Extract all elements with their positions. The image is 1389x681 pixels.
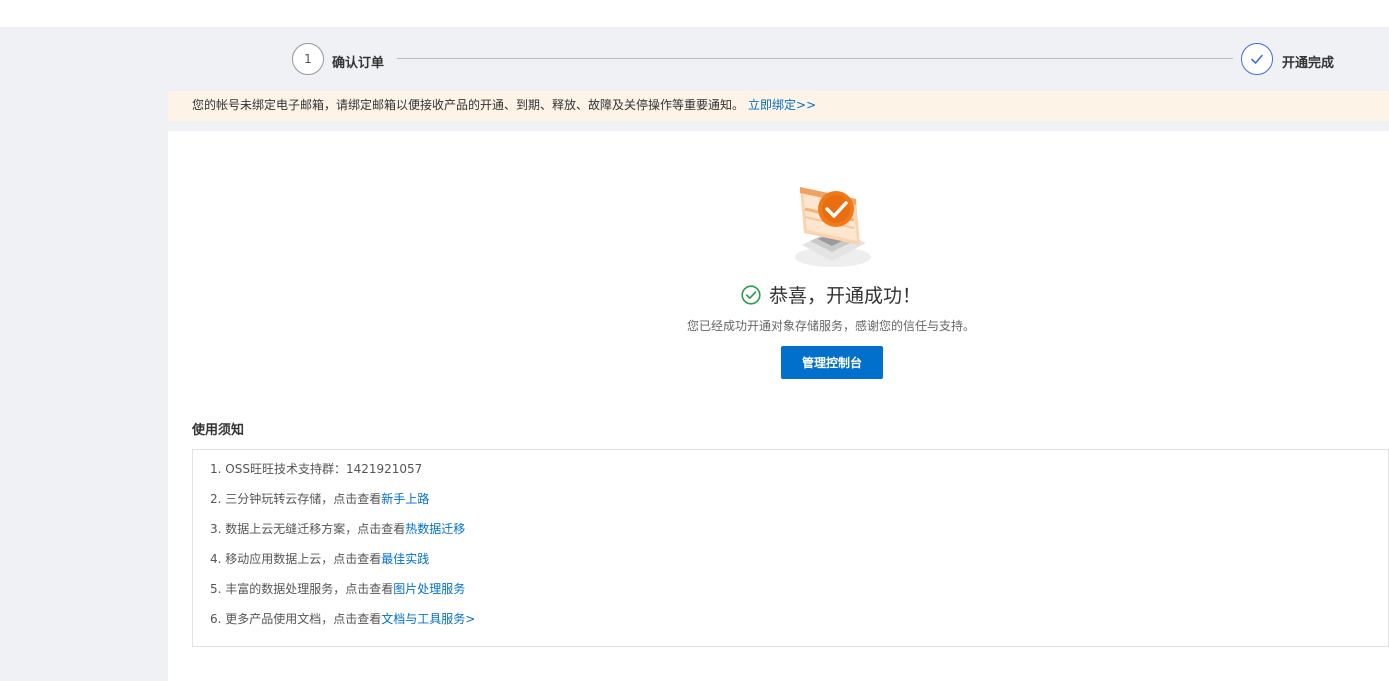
- list-item: 1. OSS旺旺技术支持群：1421921057: [210, 456, 1388, 486]
- check-circle-icon: [741, 284, 761, 305]
- bind-email-link[interactable]: 立即绑定>>: [748, 98, 816, 112]
- usage-notes-box: 1. OSS旺旺技术支持群：1421921057 2. 三分钟玩转云存储，点击查…: [192, 449, 1389, 647]
- step-1-label: 确认订单: [332, 56, 385, 71]
- page-background: 1 确认订单 开通完成 您的帐号未绑定电子邮箱，请绑定邮箱以便接收产品的开通、到…: [0, 27, 1389, 681]
- usage-notes-title: 使用须知: [192, 423, 245, 438]
- step-connector-line: [397, 58, 1233, 59]
- list-item: 6. 更多产品使用文档，点击查看文档与工具服务>: [210, 606, 1388, 636]
- docs-tools-link[interactable]: 文档与工具服务>: [381, 612, 475, 626]
- step-1-circle: 1: [292, 43, 324, 75]
- list-item: 3. 数据上云无缝迁移方案，点击查看热数据迁移: [210, 516, 1388, 546]
- step-1-number: 1: [304, 52, 312, 66]
- note-text: 6. 更多产品使用文档，点击查看: [210, 612, 382, 626]
- success-title-text: 恭喜，开通成功！: [768, 285, 921, 307]
- step-2-label: 开通完成: [1282, 56, 1335, 71]
- beginner-guide-link[interactable]: 新手上路: [381, 492, 429, 506]
- usage-notes-list: 1. OSS旺旺技术支持群：1421921057 2. 三分钟玩转云存储，点击查…: [193, 450, 1388, 636]
- note-text: 5. 丰富的数据处理服务，点击查看: [210, 582, 394, 596]
- note-text: 1. OSS旺旺技术支持群：1421921057: [210, 462, 423, 476]
- order-steps: 1 确认订单 开通完成: [168, 27, 1389, 91]
- image-processing-link[interactable]: 图片处理服务: [393, 582, 465, 596]
- manage-console-button[interactable]: 管理控制台: [781, 346, 883, 379]
- hot-data-migration-link[interactable]: 热数据迁移: [405, 522, 465, 536]
- success-card: 恭喜，开通成功！ 您已经成功开通对象存储服务，感谢您的信任与支持。 管理控制台 …: [168, 131, 1389, 681]
- list-item: 2. 三分钟玩转云存储，点击查看新手上路: [210, 486, 1388, 516]
- note-text: 3. 数据上云无缝迁移方案，点击查看: [210, 522, 406, 536]
- note-text: 4. 移动应用数据上云，点击查看: [210, 552, 382, 566]
- success-title: 恭喜，开通成功！: [168, 281, 1389, 308]
- monitor-check-illustration: [795, 187, 871, 267]
- notice-text: 您的帐号未绑定电子邮箱，请绑定邮箱以便接收产品的开通、到期、释放、故障及关停操作…: [192, 98, 745, 112]
- note-text: 2. 三分钟玩转云存储，点击查看: [210, 492, 382, 506]
- check-icon: [1251, 54, 1263, 64]
- top-bar: [0, 0, 1389, 27]
- email-notice-banner: 您的帐号未绑定电子邮箱，请绑定邮箱以便接收产品的开通、到期、释放、故障及关停操作…: [168, 91, 1389, 121]
- success-subtitle: 您已经成功开通对象存储服务，感谢您的信任与支持。: [686, 319, 975, 333]
- step-2-circle: [1241, 43, 1273, 75]
- best-practice-link[interactable]: 最佳实践: [381, 552, 429, 566]
- list-item: 4. 移动应用数据上云，点击查看最佳实践: [210, 546, 1388, 576]
- list-item: 5. 丰富的数据处理服务，点击查看图片处理服务: [210, 576, 1388, 606]
